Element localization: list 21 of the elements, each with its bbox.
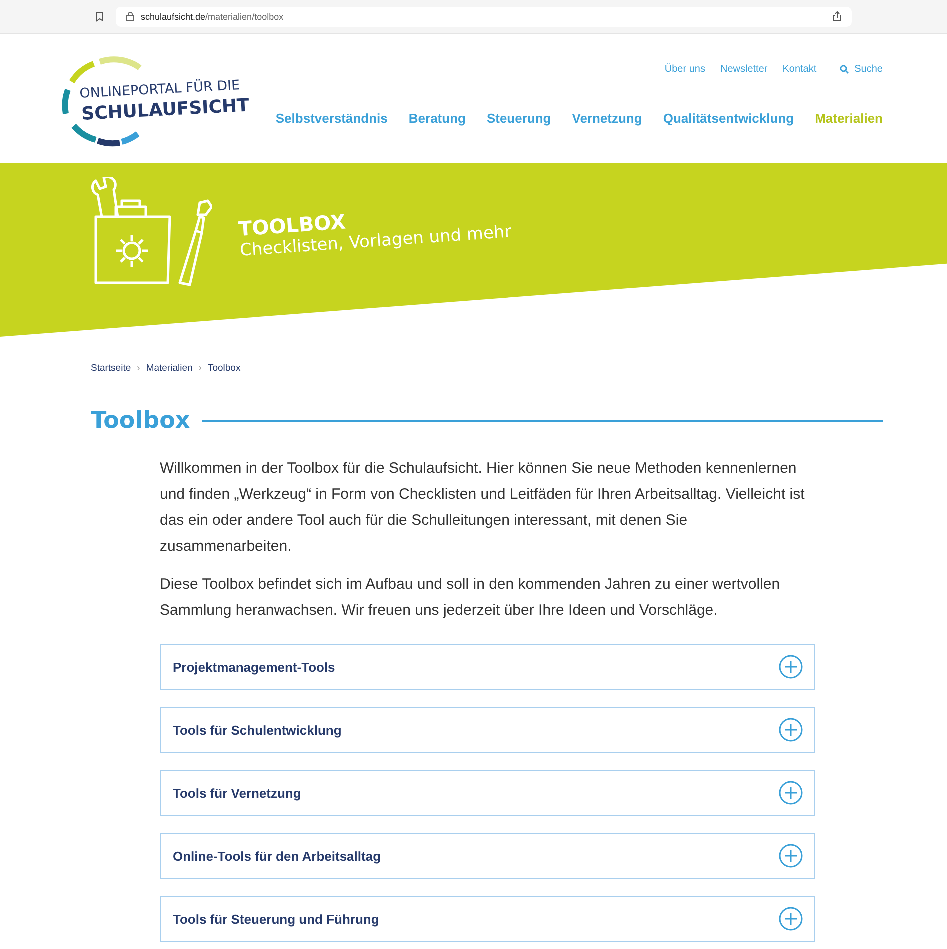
bookmark-icon[interactable]: [96, 12, 104, 22]
address-bar[interactable]: schulaufsicht.de/materialien/toolbox: [116, 6, 852, 26]
intro-paragraph: Willkommen in der Toolbox für die Schulaufsicht. Hier können Sie neue Methoden kennenlernen und finden „Werkzeug“ in Form von Checklisten und Leitfäden für Ihren Arbeitsalltag. Vielleicht ist das ein oder andere Tool auch für die Schulleitungen interessant, mit denen Sie zusammenarbeiten.: [160, 459, 806, 557]
url-domain: schulaufsicht.de: [141, 12, 206, 22]
accordion-header[interactable]: Online-Tools für den Arbeitsalltag: [160, 833, 815, 879]
breadcrumb-link[interactable]: Toolbox: [208, 363, 241, 374]
share-icon[interactable]: [833, 11, 842, 22]
accordion-header[interactable]: Tools für Vernetzung: [160, 770, 815, 816]
lock-icon: [126, 12, 135, 22]
search-icon: [840, 65, 849, 74]
accordion-header[interactable]: Projektmanagement-Tools: [160, 644, 815, 690]
logo[interactable]: ONLINEPORTAL FÜR DIE SCHULAUFSICHT: [60, 54, 265, 150]
breadcrumb-link[interactable]: Startseite: [91, 363, 132, 374]
breadcrumb-link[interactable]: Materialien: [146, 363, 193, 374]
page-heading: Toolbox: [91, 408, 190, 434]
intro-paragraph: Diese Toolbox befindet sich im Aufbau und soll in den kommenden Jahren zu einer wertvollen Sammlung heranwachsen. Wir freuen uns jederzeit über Ihre Ideen und Vorschläge.: [160, 575, 782, 621]
accordion-header[interactable]: Tools für Steuerung und Führung: [160, 896, 815, 942]
breadcrumb-separator: ›: [137, 363, 140, 374]
breadcrumb-separator: ›: [198, 363, 202, 374]
accordion-header[interactable]: Tools für Schulentwicklung: [160, 707, 815, 753]
url-path: /materialien/toolbox: [206, 12, 284, 22]
